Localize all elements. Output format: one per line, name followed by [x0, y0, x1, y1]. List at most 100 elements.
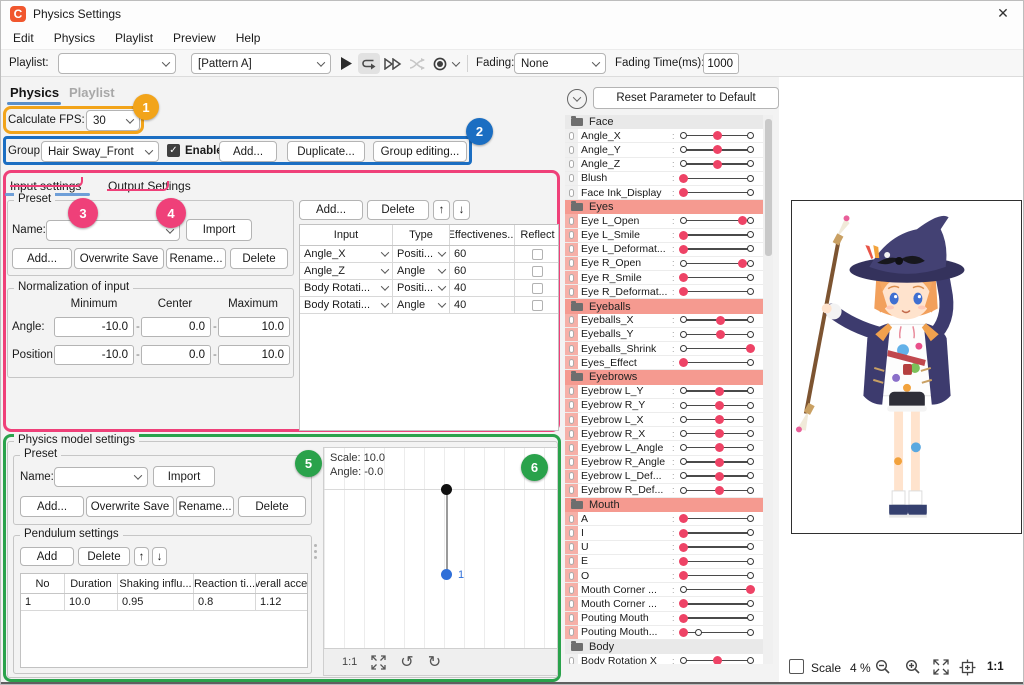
slider-knob[interactable] [679, 273, 688, 282]
pattern-combo[interactable]: [Pattern A] [191, 53, 331, 74]
param-slider[interactable] [680, 215, 754, 227]
pendulum-add-button[interactable]: Add [20, 547, 74, 566]
norm-angle-min[interactable]: -10.0 [54, 317, 134, 337]
input-type-combo[interactable]: Positi... [393, 280, 450, 296]
shuffle-button[interactable] [406, 53, 428, 74]
param-slider[interactable] [680, 456, 754, 468]
fast-forward-button[interactable] [382, 53, 404, 74]
slider-knob[interactable] [679, 287, 688, 296]
io-preset-delete-button[interactable]: Delete [230, 248, 288, 269]
record-options-chevron[interactable] [449, 53, 463, 74]
slider-knob[interactable] [715, 429, 724, 438]
norm-angle-center[interactable]: 0.0 [141, 317, 211, 337]
slider-knob[interactable] [738, 259, 747, 268]
group-editing-button[interactable]: Group editing... [373, 141, 467, 162]
param-section-eyes[interactable]: Eyes [565, 200, 763, 214]
slider-knob[interactable] [679, 628, 688, 637]
param-slider[interactable] [680, 655, 754, 664]
input-effectiveness-value[interactable]: 60 [450, 263, 515, 279]
io-preset-overwrite-button[interactable]: Overwrite Save [74, 248, 164, 269]
input-move-up-button[interactable]: ↑ [433, 200, 450, 220]
input-type-combo[interactable]: Angle [393, 263, 450, 279]
tab-playlist[interactable]: Playlist [69, 85, 115, 100]
input-source-combo[interactable]: Body Rotati... [300, 280, 393, 296]
reflect-checkbox[interactable] [532, 300, 543, 311]
undo-icon[interactable]: ↺ [400, 652, 413, 672]
slider-knob[interactable] [715, 472, 724, 481]
param-slider[interactable] [680, 130, 754, 142]
model-preset-rename-button[interactable]: Rename... [176, 496, 234, 517]
pendulum-move-down-button[interactable]: ↓ [152, 547, 167, 566]
play-button[interactable] [335, 53, 357, 74]
slider-knob[interactable] [715, 443, 724, 452]
group-combo[interactable]: Hair Sway_Front [41, 141, 159, 162]
slider-knob[interactable] [746, 344, 755, 353]
param-slider[interactable] [680, 158, 754, 170]
slider-knob[interactable] [715, 415, 724, 424]
param-section-mouth[interactable]: Mouth [565, 498, 763, 512]
slider-knob[interactable] [679, 231, 688, 240]
param-slider[interactable] [680, 399, 754, 411]
graph-fit-button[interactable] [371, 655, 386, 670]
slider-knob[interactable] [679, 245, 688, 254]
slider-knob[interactable] [713, 160, 722, 169]
param-slider[interactable] [680, 243, 754, 255]
param-slider[interactable] [680, 172, 754, 184]
model-preset-add-button[interactable]: Add... [20, 496, 84, 517]
param-section-face[interactable]: Face [565, 115, 763, 129]
param-slider[interactable] [680, 513, 754, 525]
slider-knob[interactable] [679, 529, 688, 538]
slider-knob[interactable] [715, 387, 724, 396]
io-preset-import-button[interactable]: Import [186, 219, 252, 241]
param-slider[interactable] [680, 286, 754, 298]
enable-checkbox[interactable]: ✓ [167, 144, 180, 157]
input-source-combo[interactable]: Angle_X [300, 246, 393, 262]
slider-knob[interactable] [679, 174, 688, 183]
norm-posx-max[interactable]: 10.0 [218, 345, 290, 365]
param-slider[interactable] [680, 343, 754, 355]
pendulum-delete-button[interactable]: Delete [78, 547, 130, 566]
param-slider[interactable] [680, 570, 754, 582]
param-slider[interactable] [680, 414, 754, 426]
slider-knob[interactable] [679, 599, 688, 608]
param-slider[interactable] [680, 328, 754, 340]
frame-crop-icon[interactable] [959, 659, 976, 676]
model-preset-name-combo[interactable] [54, 467, 148, 487]
param-slider[interactable] [680, 626, 754, 638]
input-source-combo[interactable]: Body Rotati... [300, 297, 393, 313]
input-delete-button[interactable]: Delete [367, 200, 429, 220]
loop-button[interactable] [358, 53, 380, 74]
parameter-scrollbar-thumb[interactable] [765, 119, 772, 256]
playlist-combo[interactable] [58, 53, 176, 74]
slider-knob[interactable] [679, 543, 688, 552]
fading-combo[interactable]: None [514, 53, 606, 74]
slider-knob[interactable] [679, 614, 688, 623]
group-add-button[interactable]: Add... [219, 141, 277, 162]
norm-posx-min[interactable]: -10.0 [54, 345, 134, 365]
param-slider[interactable] [680, 385, 754, 397]
fit-view-icon[interactable] [933, 659, 949, 675]
menu-item-preview[interactable]: Preview [163, 31, 226, 45]
graph-ratio-button[interactable]: 1:1 [342, 656, 357, 668]
slider-knob[interactable] [713, 656, 722, 664]
param-slider[interactable] [680, 584, 754, 596]
param-section-body[interactable]: Body [565, 640, 763, 654]
slider-knob[interactable] [679, 358, 688, 367]
slider-knob[interactable] [715, 486, 724, 495]
redo-icon[interactable]: ↻ [428, 652, 441, 672]
reflect-checkbox[interactable] [532, 249, 543, 260]
param-slider[interactable] [680, 272, 754, 284]
slider-knob[interactable] [715, 401, 724, 410]
slider-knob[interactable] [716, 316, 725, 325]
pendulum-anchor-point[interactable] [441, 484, 452, 495]
param-slider[interactable] [680, 357, 754, 369]
scale-checkbox[interactable] [789, 659, 804, 674]
pendulum-table-row[interactable]: 110.00.950.81.12 [21, 594, 307, 611]
menu-item-physics[interactable]: Physics [44, 31, 105, 45]
tab-physics[interactable]: Physics [10, 85, 59, 100]
param-slider[interactable] [680, 484, 754, 496]
pendulum-graph[interactable]: Scale: 10.0 Angle: -0.0 1 6 [323, 447, 558, 649]
menu-item-help[interactable]: Help [226, 31, 271, 45]
slider-knob[interactable] [715, 458, 724, 467]
slider-knob[interactable] [713, 145, 722, 154]
